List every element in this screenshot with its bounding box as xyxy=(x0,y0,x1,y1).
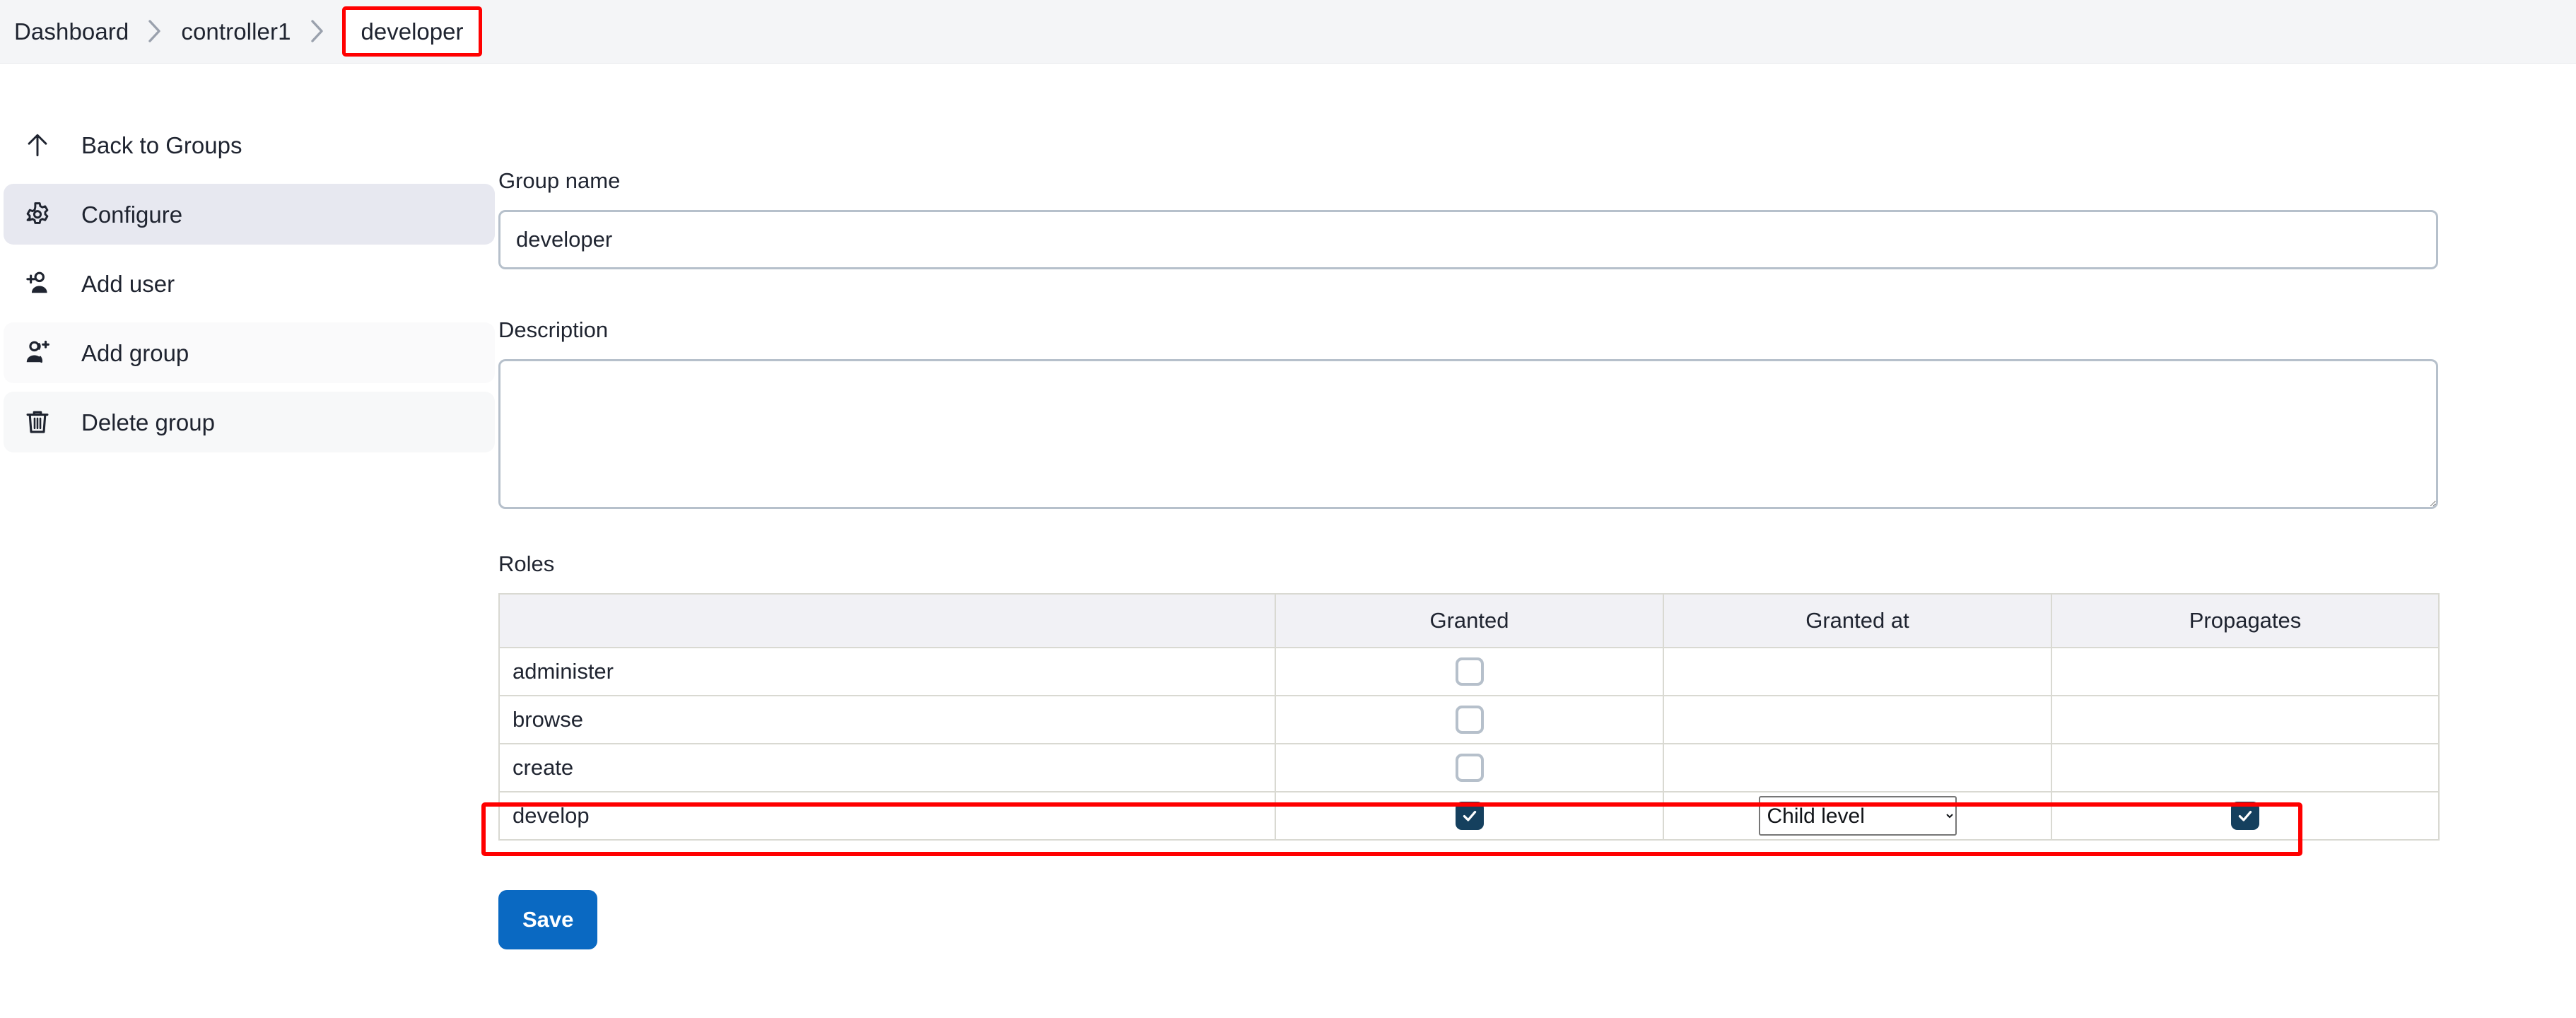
propagates-cell-develop xyxy=(2051,791,2440,841)
role-name-develop: develop xyxy=(498,791,1276,841)
sidebar-item-label-delete-group: Delete group xyxy=(81,409,215,435)
propagates-cell-administer xyxy=(2051,647,2440,696)
sidebar-item-label-add-user: Add user xyxy=(81,270,175,297)
table-row: administer xyxy=(498,647,2440,696)
granted-checkbox-administer[interactable] xyxy=(1455,657,1484,686)
granted-cell-create xyxy=(1275,743,1664,792)
roles-table-header-row: Granted Granted at Propagates xyxy=(498,593,2440,648)
description-label: Description xyxy=(498,317,609,342)
chevron-right-icon xyxy=(147,19,163,43)
sidebar: Back to Groups Configure Add user Add gr… xyxy=(0,64,498,461)
page-body: Back to Groups Configure Add user Add gr… xyxy=(0,64,2576,949)
breadcrumb-current-highlight[interactable]: developer xyxy=(341,6,483,57)
sidebar-item-configure[interactable]: Configure xyxy=(4,184,495,245)
granted-at-cell-create xyxy=(1663,743,2052,792)
granted-at-cell-develop: Child level xyxy=(1663,791,2052,841)
granted-cell-develop xyxy=(1275,791,1664,841)
sidebar-item-add-user[interactable]: Add user xyxy=(4,253,495,314)
role-name-create: create xyxy=(498,743,1276,792)
people-add-icon xyxy=(19,334,56,371)
propagates-cell-create xyxy=(2051,743,2440,792)
person-add-icon xyxy=(19,265,56,302)
save-button[interactable]: Save xyxy=(498,890,598,949)
main-content: Group name Description Roles Granted Gra… xyxy=(481,64,2576,949)
sidebar-item-label-back-to-groups: Back to Groups xyxy=(81,131,242,158)
sidebar-item-add-group[interactable]: Add group xyxy=(4,322,495,383)
role-name-administer: administer xyxy=(498,647,1276,696)
granted-cell-administer xyxy=(1275,647,1664,696)
chevron-right-icon-2 xyxy=(310,19,325,43)
arrow-up-icon xyxy=(19,127,56,163)
sidebar-item-back-to-groups[interactable]: Back to Groups xyxy=(4,115,495,175)
role-name-browse: browse xyxy=(498,695,1276,744)
granted-at-select-develop[interactable]: Child level xyxy=(1758,796,1957,836)
breadcrumb-item-developer: developer xyxy=(361,18,464,45)
propagates-cell-browse xyxy=(2051,695,2440,744)
col-header-granted-at: Granted at xyxy=(1663,593,2052,648)
col-header-propagates: Propagates xyxy=(2051,593,2440,648)
breadcrumb-item-dashboard[interactable]: Dashboard xyxy=(11,18,131,45)
table-row: develop Child level xyxy=(498,791,2440,841)
trash-icon xyxy=(19,404,56,440)
granted-at-cell-administer xyxy=(1663,647,2052,696)
granted-at-cell-browse xyxy=(1663,695,2052,744)
granted-checkbox-create[interactable] xyxy=(1455,754,1484,782)
propagates-checkbox-develop[interactable] xyxy=(2231,802,2259,830)
description-textarea[interactable] xyxy=(498,359,2438,509)
roles-table-wrapper: Granted Granted at Propagates administer xyxy=(481,593,2576,856)
sidebar-item-delete-group[interactable]: Delete group xyxy=(4,392,495,452)
breadcrumb: Dashboard controller1 developer xyxy=(0,0,2576,64)
group-name-label: Group name xyxy=(498,168,621,193)
group-name-input[interactable] xyxy=(498,210,2438,269)
gear-icon xyxy=(19,196,56,233)
granted-checkbox-develop[interactable] xyxy=(1455,802,1484,830)
save-row: Save xyxy=(498,890,2576,949)
roles-table: Granted Granted at Propagates administer xyxy=(498,593,2440,841)
table-row: browse xyxy=(498,695,2440,744)
table-row: create xyxy=(498,743,2440,792)
sidebar-item-label-add-group: Add group xyxy=(81,339,189,366)
granted-checkbox-browse[interactable] xyxy=(1455,706,1484,734)
granted-cell-browse xyxy=(1275,695,1664,744)
col-header-granted: Granted xyxy=(1275,593,1664,648)
roles-label: Roles xyxy=(498,551,555,576)
col-header-role xyxy=(498,593,1276,648)
sidebar-item-label-configure: Configure xyxy=(81,201,183,228)
breadcrumb-item-controller1[interactable]: controller1 xyxy=(178,18,293,45)
